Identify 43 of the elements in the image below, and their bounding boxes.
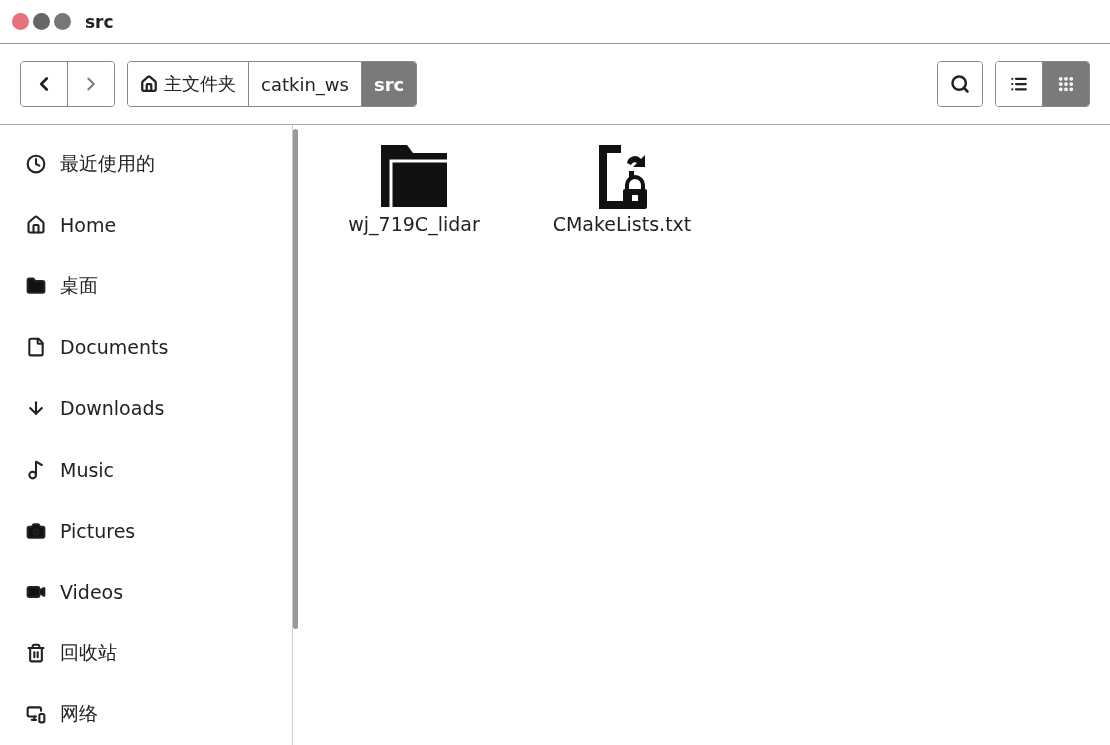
- home-icon: [140, 75, 158, 93]
- recent-icon: [26, 153, 46, 174]
- forward-button[interactable]: [67, 62, 114, 106]
- scrollbar[interactable]: [293, 129, 298, 629]
- grid-view-button[interactable]: [1042, 62, 1089, 106]
- sidebar-item[interactable]: Home: [0, 194, 292, 256]
- window-title: src: [85, 11, 114, 32]
- sidebar-item[interactable]: 网络: [0, 683, 292, 745]
- sidebar-label: Documents: [60, 336, 169, 359]
- music-icon: [26, 459, 46, 480]
- sidebar-label: 桌面: [60, 273, 98, 298]
- home-icon: [26, 214, 46, 235]
- close-button[interactable]: [12, 13, 29, 30]
- sidebar-label: 网络: [60, 701, 98, 727]
- sidebar-label: Home: [60, 213, 117, 236]
- breadcrumb[interactable]: src: [360, 62, 417, 106]
- sidebar-label: 回收站: [60, 640, 117, 666]
- file-name[interactable]: wj_719C_lidar: [348, 213, 480, 235]
- sidebar-item[interactable]: 桌面: [0, 255, 292, 317]
- sidebar-label: Downloads: [60, 397, 165, 420]
- sidebar-item[interactable]: Music: [0, 439, 292, 501]
- maximize-button[interactable]: [54, 13, 71, 30]
- file-name[interactable]: CMakeLists.txt: [552, 213, 692, 235]
- sidebar-label: Music: [60, 458, 115, 481]
- network-icon: [26, 704, 46, 725]
- sidebar-item[interactable]: 回收站: [0, 622, 292, 684]
- list-icon: [1010, 75, 1028, 93]
- sidebar-label: Pictures: [60, 519, 136, 542]
- folder-icon: [26, 276, 46, 296]
- sidebar-label: 最近使用的: [60, 150, 155, 176]
- sidebar-item[interactable]: Documents: [0, 316, 292, 378]
- search-button[interactable]: [938, 62, 982, 106]
- trash-icon: [26, 643, 46, 664]
- minimize-button[interactable]: [33, 13, 50, 30]
- search-icon: [950, 74, 970, 94]
- camera-icon: [26, 520, 46, 541]
- sidebar-label: Videos: [60, 581, 124, 603]
- document-icon: [26, 337, 46, 358]
- sidebar-item[interactable]: Downloads: [0, 377, 292, 439]
- sidebar-item[interactable]: 最近使用的: [0, 133, 292, 195]
- sidebar-item[interactable]: Videos: [0, 561, 292, 623]
- grid-icon: [1057, 75, 1075, 93]
- sidebar-item[interactable]: Pictures: [0, 500, 292, 562]
